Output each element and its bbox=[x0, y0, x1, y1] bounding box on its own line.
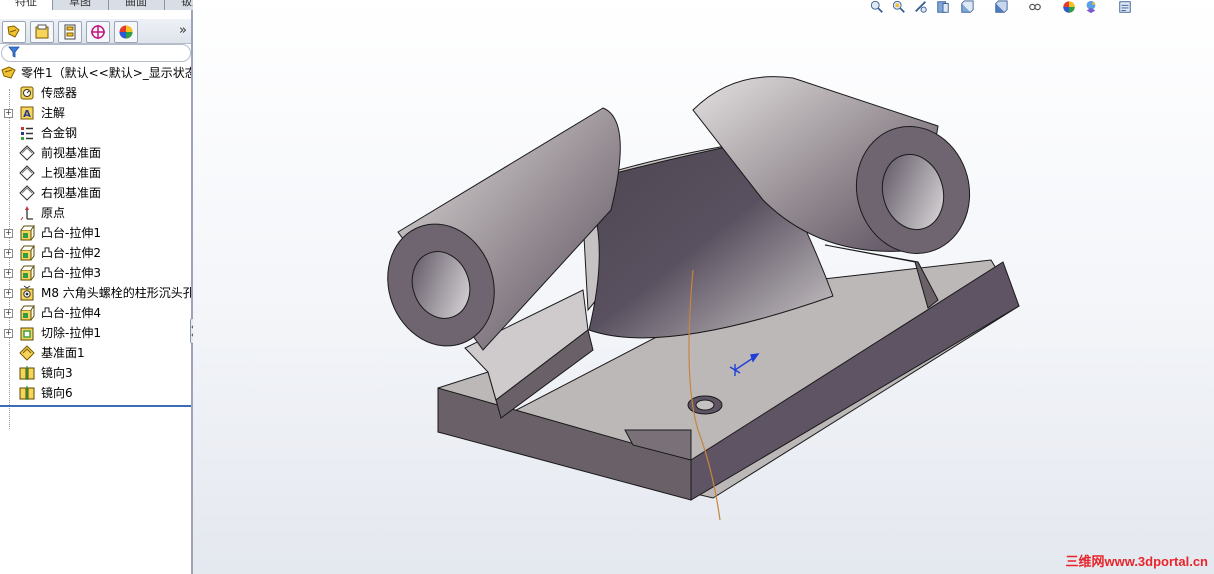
reference-plane-icon bbox=[19, 345, 35, 361]
tree-item-label: 切除-拉伸1 bbox=[41, 326, 101, 340]
hole-wizard-icon bbox=[20, 285, 34, 301]
appearance-icon bbox=[119, 25, 133, 39]
expand-toggle-icon[interactable]: + bbox=[4, 309, 13, 318]
watermark: 三维网www.3dportal.cn bbox=[1065, 554, 1208, 569]
expand-toggle-icon[interactable]: + bbox=[4, 269, 13, 278]
configurationmanager-tab[interactable] bbox=[58, 21, 82, 43]
view-settings-icon[interactable] bbox=[1117, 0, 1133, 14]
tree-item-label: 原点 bbox=[41, 206, 66, 220]
panel-divider bbox=[0, 405, 191, 407]
apply-scene-icon[interactable] bbox=[1083, 0, 1099, 14]
expand-toggle-icon[interactable]: + bbox=[4, 249, 13, 258]
tree-item[interactable]: 镜向3 bbox=[0, 363, 191, 383]
plane-icon bbox=[19, 145, 35, 161]
zoom-to-fit-icon[interactable] bbox=[869, 0, 885, 14]
expand-toggle-icon[interactable]: + bbox=[4, 229, 13, 238]
boss-extrude-icon bbox=[20, 265, 35, 281]
tree-item[interactable]: + 凸台-拉伸4 bbox=[0, 303, 191, 323]
sensor-icon bbox=[20, 86, 34, 100]
plane-icon bbox=[19, 185, 35, 201]
tree-item[interactable]: 传感器 bbox=[0, 83, 191, 103]
tree-item[interactable]: 前视基准面 bbox=[0, 143, 191, 163]
tree-item-label: 前视基准面 bbox=[41, 146, 102, 160]
tree-item-label: M8 六角头螺栓的柱形沉头孔 bbox=[41, 286, 191, 300]
tree-root-label: 零件1（默认<<默认>_显示状态 bbox=[21, 66, 191, 80]
tree-item[interactable]: 合金钢 bbox=[0, 123, 191, 143]
propertymanager-tab[interactable] bbox=[30, 21, 54, 43]
tree-item[interactable]: + A 注解 bbox=[0, 103, 191, 123]
display-style-icon[interactable] bbox=[993, 0, 1009, 14]
feature-manager-panel: » 零件1（默认<<默认>_显示状态传感器 + A 注解合金钢前视基准面上视基准面右视… bbox=[0, 10, 193, 574]
tree-item-label: 凸台-拉伸1 bbox=[41, 226, 101, 240]
plane-icon bbox=[19, 165, 35, 181]
featuremanager-tab[interactable] bbox=[2, 21, 26, 43]
tree-item[interactable]: + 凸台-拉伸2 bbox=[0, 243, 191, 263]
tree-item[interactable]: 镜向6 bbox=[0, 383, 191, 403]
tree-item[interactable]: + 凸台-拉伸3 bbox=[0, 263, 191, 283]
previous-view-icon[interactable] bbox=[913, 0, 929, 14]
svg-text:A: A bbox=[23, 109, 31, 120]
material-icon bbox=[21, 127, 33, 140]
tree-item[interactable]: 上视基准面 bbox=[0, 163, 191, 183]
tree-item[interactable]: + 凸台-拉伸1 bbox=[0, 223, 191, 243]
boss-extrude-icon bbox=[20, 305, 35, 321]
configuration-icon bbox=[64, 24, 76, 40]
graphics-area[interactable]: 三维网www.3dportal.cn bbox=[193, 0, 1214, 574]
tree-item[interactable]: + 切除-拉伸1 bbox=[0, 323, 191, 343]
mirror-icon bbox=[19, 366, 35, 380]
tree-item-label: 合金钢 bbox=[41, 126, 78, 140]
annotation-icon: A bbox=[20, 106, 34, 120]
section-view-icon[interactable] bbox=[935, 0, 951, 14]
cut-extrude-icon bbox=[20, 327, 34, 341]
filter-icon bbox=[8, 46, 20, 58]
command-tab[interactable]: 特征 bbox=[0, 0, 53, 10]
tree-item-label: 传感器 bbox=[41, 86, 78, 100]
expand-toggle-icon[interactable]: + bbox=[4, 329, 13, 338]
dimxpert-tab[interactable] bbox=[86, 21, 110, 43]
panel-tab-bar: » bbox=[0, 19, 191, 44]
tree-item-label: 镜向6 bbox=[41, 386, 73, 400]
origin-icon bbox=[20, 206, 33, 221]
tree-item-label: 右视基准面 bbox=[41, 186, 102, 200]
tree-item-label: 凸台-拉伸3 bbox=[41, 266, 101, 280]
tree-item-label: 上视基准面 bbox=[41, 166, 102, 180]
hide-show-items-icon[interactable] bbox=[1027, 0, 1043, 14]
tree-item-label: 注解 bbox=[41, 106, 66, 120]
view-orientation-icon[interactable] bbox=[959, 0, 975, 14]
tree-item[interactable]: + M8 六角头螺栓的柱形沉头孔 bbox=[0, 283, 191, 303]
part-icon bbox=[1, 66, 16, 79]
display-manager-tab[interactable] bbox=[114, 21, 138, 43]
expand-toggle-icon[interactable]: + bbox=[4, 289, 13, 298]
tree-item-label: 凸台-拉伸4 bbox=[41, 306, 101, 320]
tree-root-part[interactable]: 零件1（默认<<默认>_显示状态 bbox=[0, 63, 191, 83]
tree-item-label: 凸台-拉伸2 bbox=[41, 246, 101, 260]
part-model[interactable] bbox=[193, 0, 1214, 574]
feature-tree: 零件1（默认<<默认>_显示状态传感器 + A 注解合金钢前视基准面上视基准面右视基准… bbox=[0, 63, 191, 429]
command-tab[interactable]: 草图 bbox=[52, 0, 109, 10]
zoom-to-area-icon[interactable] bbox=[891, 0, 907, 14]
tree-item[interactable]: 右视基准面 bbox=[0, 183, 191, 203]
feature-tree-icon bbox=[7, 25, 20, 38]
mirror-icon bbox=[19, 386, 35, 400]
expand-toggle-icon[interactable]: + bbox=[4, 109, 13, 118]
tree-filter-field[interactable] bbox=[1, 44, 191, 62]
tree-item-label: 镜向3 bbox=[41, 366, 73, 380]
dimxpert-icon bbox=[91, 25, 105, 39]
edit-appearance-icon[interactable] bbox=[1061, 0, 1077, 14]
expand-panel-icon[interactable]: » bbox=[179, 23, 187, 38]
command-tab[interactable]: 曲面 bbox=[108, 0, 165, 10]
property-icon bbox=[35, 24, 49, 39]
boss-extrude-icon bbox=[20, 245, 35, 261]
tree-item-label: 基准面1 bbox=[41, 346, 85, 360]
tree-item[interactable]: 原点 bbox=[0, 203, 191, 223]
boss-extrude-icon bbox=[20, 225, 35, 241]
tree-item[interactable]: 基准面1 bbox=[0, 343, 191, 363]
